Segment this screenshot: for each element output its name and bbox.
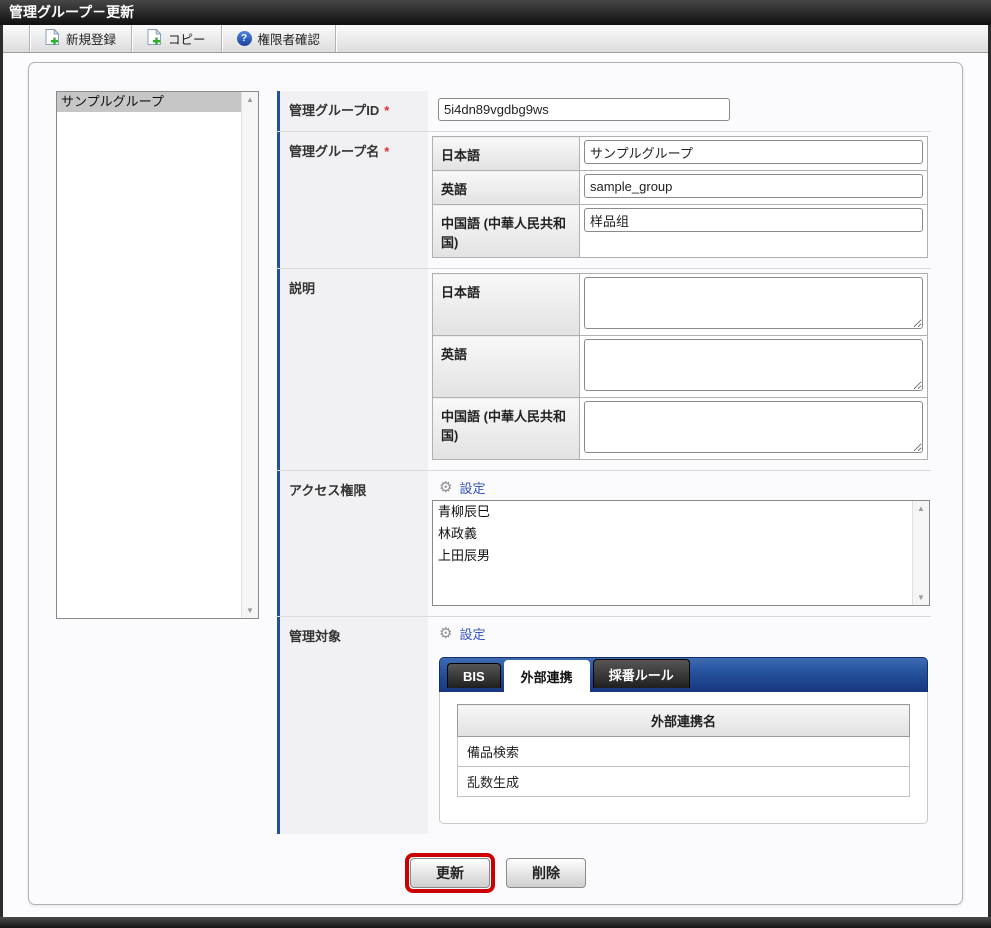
group-form: 管理グループID * 管理グループ名 * 日本語	[277, 91, 931, 834]
member-item[interactable]: 青柳辰巳	[433, 501, 912, 523]
delete-button[interactable]: 削除	[506, 858, 586, 888]
external-link-name-header: 外部連携名	[458, 705, 910, 737]
table-row: 英語	[433, 171, 928, 205]
window-frame-left	[0, 25, 3, 928]
access-rights-label: アクセス権限	[277, 471, 428, 616]
tab-bar: BIS 外部連携 採番ルール	[439, 657, 928, 692]
managed-targets-label: 管理対象	[277, 617, 428, 834]
scroll-down-icon[interactable]: ▼	[246, 606, 254, 615]
section-group-name: 管理グループ名 * 日本語 英語 中国語 (中華人民共和国)	[277, 131, 931, 268]
table-row: 中国語 (中華人民共和国)	[433, 205, 928, 258]
tab-bis[interactable]: BIS	[447, 663, 501, 688]
copy-label: コピー	[168, 29, 206, 48]
scroll-up-icon[interactable]: ▲	[246, 95, 254, 104]
desc-en-label: 英語	[433, 336, 580, 398]
authority-check-button[interactable]: ? 権限者確認	[222, 25, 336, 52]
page-content: サンプルグループ ▲ ▼ 管理グループID * 管理グループ名 *	[3, 53, 988, 917]
required-mark: *	[384, 103, 389, 118]
section-group-id: 管理グループID *	[277, 91, 931, 131]
table-row: 中国語 (中華人民共和国)	[433, 398, 928, 460]
group-name-label: 管理グループ名 *	[277, 132, 428, 268]
description-table: 日本語 英語 中国語 (中華人民共和国)	[432, 273, 928, 460]
tab-numbering-rule[interactable]: 採番ルール	[593, 659, 690, 688]
section-managed-targets: 管理対象 ⚙ 設定 BIS 外部連携 採番ルール	[277, 616, 931, 834]
external-link-table: 外部連携名 備品検索 乱数生成	[457, 704, 910, 797]
external-link-cell[interactable]: 備品検索	[458, 737, 910, 767]
group-list-scrollbar[interactable]: ▲ ▼	[241, 92, 258, 618]
name-ja-label: 日本語	[433, 137, 580, 171]
table-row: 英語	[433, 336, 928, 398]
action-buttons: 更新 削除	[29, 853, 962, 893]
group-id-label-text: 管理グループID	[289, 103, 379, 118]
copy-button[interactable]: コピー	[132, 25, 221, 52]
toolbar: 新規登録 コピー ? 権限者確認	[3, 25, 988, 53]
group-id-label: 管理グループID *	[277, 91, 428, 131]
table-header-row: 外部連携名	[458, 705, 910, 737]
toolbar-separator	[335, 25, 336, 52]
desc-zh-textarea[interactable]	[584, 401, 923, 453]
description-label-text: 説明	[289, 281, 315, 296]
table-row: 日本語	[433, 274, 928, 336]
desc-ja-textarea[interactable]	[584, 277, 923, 329]
tab-external-link[interactable]: 外部連携	[504, 660, 590, 692]
managed-targets-tab-widget: BIS 外部連携 採番ルール 外部連携名 備品検索	[439, 657, 928, 824]
name-zh-input[interactable]	[584, 208, 923, 232]
group-id-input[interactable]	[438, 98, 730, 121]
tab-content: 外部連携名 備品検索 乱数生成	[439, 692, 928, 824]
window-frame-bottom	[0, 917, 991, 928]
window-title: 管理グループ－更新	[0, 0, 991, 25]
desc-ja-label: 日本語	[433, 274, 580, 336]
section-access-rights: アクセス権限 ⚙ 設定 青柳辰巳 林政義 上田辰男 ▲ ▼	[277, 470, 931, 616]
group-name-label-text: 管理グループ名	[289, 144, 379, 159]
name-en-label: 英語	[433, 171, 580, 205]
managed-targets-settings-link[interactable]: 設定	[459, 624, 485, 643]
gear-icon: ⚙	[439, 480, 452, 495]
member-list-scrollbar[interactable]: ▲ ▼	[912, 501, 929, 605]
table-row: 乱数生成	[458, 767, 910, 797]
table-row: 備品検索	[458, 737, 910, 767]
section-description: 説明 日本語 英語 中国語 (中華人民共和国)	[277, 268, 931, 470]
member-item[interactable]: 林政義	[433, 523, 912, 545]
table-row: 日本語	[433, 137, 928, 171]
scroll-up-icon[interactable]: ▲	[917, 504, 925, 513]
gear-icon: ⚙	[439, 626, 452, 641]
update-button[interactable]: 更新	[410, 858, 490, 888]
access-rights-label-text: アクセス権限	[289, 483, 366, 498]
new-registration-button[interactable]: 新規登録	[30, 25, 131, 52]
name-zh-label: 中国語 (中華人民共和国)	[433, 205, 580, 258]
authority-check-label: 権限者確認	[258, 29, 321, 48]
desc-en-textarea[interactable]	[584, 339, 923, 391]
access-rights-listbox[interactable]: 青柳辰巳 林政義 上田辰男 ▲ ▼	[432, 500, 930, 606]
click-target-annotation: 更新	[405, 853, 495, 893]
access-rights-settings-link[interactable]: 設定	[459, 478, 485, 497]
copy-document-icon	[147, 29, 162, 48]
group-list-item[interactable]: サンプルグループ	[57, 92, 241, 112]
group-name-table: 日本語 英語 中国語 (中華人民共和国)	[432, 136, 928, 258]
group-listbox[interactable]: サンプルグループ ▲ ▼	[56, 91, 259, 619]
new-document-icon	[45, 29, 60, 48]
help-circle-icon: ?	[237, 31, 252, 46]
required-mark: *	[384, 144, 389, 159]
external-link-cell[interactable]: 乱数生成	[458, 767, 910, 797]
name-ja-input[interactable]	[584, 140, 923, 164]
main-panel: サンプルグループ ▲ ▼ 管理グループID * 管理グループ名 *	[28, 62, 963, 905]
member-item[interactable]: 上田辰男	[433, 545, 912, 567]
managed-targets-label-text: 管理対象	[289, 629, 341, 644]
description-label: 説明	[277, 269, 428, 470]
desc-zh-label: 中国語 (中華人民共和国)	[433, 398, 580, 460]
new-registration-label: 新規登録	[66, 29, 116, 48]
name-en-input[interactable]	[584, 174, 923, 198]
scroll-down-icon[interactable]: ▼	[917, 593, 925, 602]
